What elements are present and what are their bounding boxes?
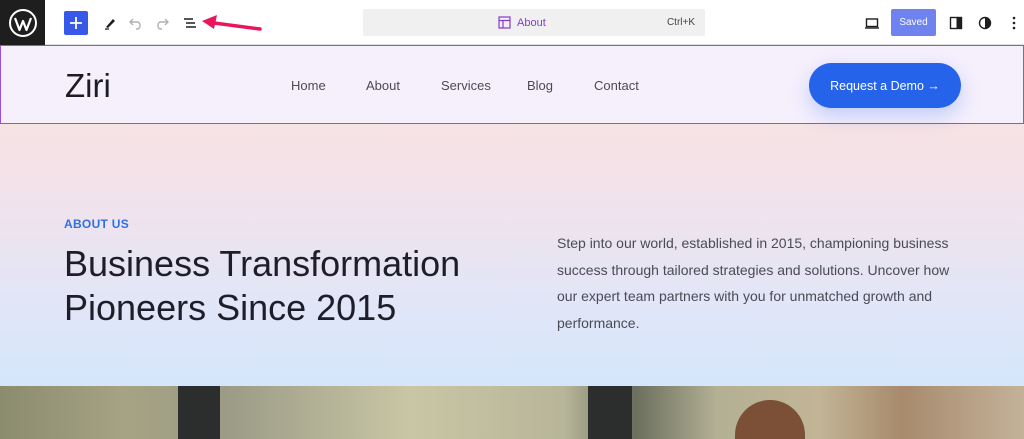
annotation-arrow-icon xyxy=(202,15,262,31)
desktop-icon xyxy=(865,17,879,29)
layout-icon xyxy=(498,16,511,29)
saved-button[interactable]: Saved xyxy=(891,9,936,36)
options-button[interactable] xyxy=(1004,11,1024,35)
nav-item-services[interactable]: Services xyxy=(441,78,491,94)
hero-headline[interactable]: Business Transformation Pioneers Since 2… xyxy=(64,242,504,330)
redo-icon xyxy=(157,18,169,30)
headline-line-2: Pioneers Since 2015 xyxy=(64,287,397,328)
pencil-icon xyxy=(105,19,115,30)
settings-sidebar-button[interactable] xyxy=(944,11,968,35)
nav-item-about[interactable]: About xyxy=(366,78,400,94)
redo-button[interactable] xyxy=(150,11,174,35)
styles-button[interactable] xyxy=(973,11,997,35)
image-pillar xyxy=(588,386,632,439)
editor-toolbar: About Ctrl+K Saved xyxy=(0,0,1024,45)
list-view-button[interactable] xyxy=(178,11,202,35)
nav-item-blog[interactable]: Blog xyxy=(527,78,553,94)
current-template-label: About xyxy=(517,16,546,29)
site-header-block[interactable]: Ziri Home About Services Blog Contact Re… xyxy=(0,45,1024,124)
image-person xyxy=(735,400,805,439)
section-eyebrow[interactable]: ABOUT US xyxy=(64,217,129,231)
nav-item-contact[interactable]: Contact xyxy=(594,78,639,94)
add-block-button[interactable] xyxy=(64,11,88,35)
half-circle-icon xyxy=(978,16,992,30)
site-title[interactable]: Ziri xyxy=(65,68,111,104)
list-view-icon xyxy=(184,18,196,28)
plus-icon xyxy=(70,17,82,29)
wordpress-logo-icon[interactable] xyxy=(0,0,45,45)
headline-line-1: Business Transformation xyxy=(64,243,461,284)
nav-item-home[interactable]: Home xyxy=(291,78,326,94)
undo-icon xyxy=(129,18,141,30)
preview-device-button[interactable] xyxy=(860,11,884,35)
sidebar-icon xyxy=(949,16,963,30)
tools-button[interactable] xyxy=(98,11,122,35)
command-palette-bar[interactable]: About Ctrl+K xyxy=(363,9,705,36)
hero-intro-paragraph[interactable]: Step into our world, established in 2015… xyxy=(557,230,957,336)
hero-image[interactable] xyxy=(0,386,1024,439)
undo-button[interactable] xyxy=(124,11,148,35)
request-demo-button[interactable]: Request a Demo → xyxy=(809,63,961,108)
kebab-menu-icon xyxy=(1012,16,1016,30)
image-pillar xyxy=(178,386,220,439)
command-center: About xyxy=(498,9,546,36)
command-shortcut-hint: Ctrl+K xyxy=(666,17,695,28)
editor-canvas: Ziri Home About Services Blog Contact Re… xyxy=(0,45,1024,439)
